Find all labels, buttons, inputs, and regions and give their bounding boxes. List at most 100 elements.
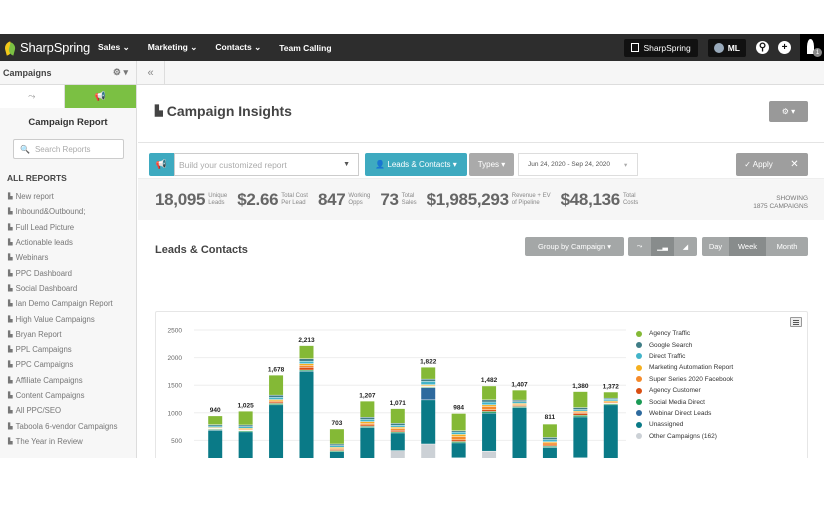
apply-button[interactable]: ✓ Apply [736,160,781,169]
sidebar-report-item[interactable]: ▙ PPC Campaigns [0,357,136,372]
brand-logo[interactable]: SharpSpring [0,40,92,56]
bar-segment [299,367,314,370]
bar-segment [603,392,618,398]
legend-item[interactable]: Agency Customer [636,385,733,396]
tab-campaign[interactable]: 📢 [64,85,136,108]
report-label: Full Lead Picture [15,222,75,232]
stat-label: Total Cost Per Lead [281,193,308,207]
sidebar-report-item[interactable]: ▙ Full Lead Picture [0,220,136,235]
report-label: PPC Campaigns [15,360,74,370]
period-day-button[interactable]: Day [702,237,729,256]
collapse-sidebar-icon[interactable]: « [137,60,165,85]
tab-trend[interactable]: ⤳ [0,85,65,108]
report-chart-icon: ▙ [8,194,13,201]
showing-label: SHOWING [776,195,808,202]
legend-item[interactable]: Webinar Direct Leads [636,408,733,419]
bar-segment [451,443,466,458]
sidebar-report-item[interactable]: ▙ PPC Dashboard [0,265,136,280]
page-settings-button[interactable]: ⚙ ▾ [769,101,808,122]
period-week-button[interactable]: Week [729,237,766,256]
bar-segment [542,447,557,458]
line-chart-button[interactable]: ⤳ [628,237,651,256]
sidebar-report-item[interactable]: ▙ Social Dashboard [0,281,136,296]
search-reports-input[interactable]: 🔍 Search Reports [13,139,124,159]
legend-item[interactable]: Social Media Direct [636,396,733,407]
legend-label: Google Search [649,341,693,349]
bar-segment [482,400,497,402]
leads-contacts-dropdown[interactable]: 👤 Leads & Contacts ▾ [365,153,467,176]
nav-team-calling[interactable]: Team Calling [279,43,331,53]
sidebar-report-item[interactable]: ▙ Actionable leads [0,235,136,250]
y-tick-label: 2000 [168,355,183,362]
legend-item[interactable]: Agency Traffic [636,328,733,339]
chevron-down-icon: ⌄ [190,42,198,52]
stat-label-line: Leads [208,199,225,206]
bar-segment [208,424,223,426]
clear-filters-button[interactable]: ✕ [781,159,808,170]
bar-segment [390,432,405,433]
sidebar-report-item[interactable]: ▙ Taboola 6-vendor Campaigns [0,418,136,433]
bar-segment [390,427,405,429]
sidebar-report-item[interactable]: ▙ Webinars [0,250,136,265]
bar-segment [512,403,527,405]
sidebar-report-item[interactable]: ▙ Content Campaigns [0,388,136,403]
bar-segment [329,447,344,449]
types-dropdown[interactable]: Types ▾ [469,153,514,176]
user-menu-button[interactable]: ML [707,38,746,57]
bar-segment [360,401,375,417]
sidebar-report-item[interactable]: ▙ All PPC/SEO [0,403,136,418]
bar-segment [512,402,527,404]
nav-sales[interactable]: Sales ⌄ [98,42,130,53]
legend-label: Agency Traffic [649,330,691,338]
bar-segment [208,416,223,425]
sidebar-report-item[interactable]: ▙ High Value Campaigns [0,311,136,326]
bar-segment [421,444,436,458]
period-month-button[interactable]: Month [766,237,808,256]
notifications-rocket-icon[interactable]: 1 [800,34,824,61]
bar-chart-button[interactable]: ▁▃ [651,237,674,256]
legend-item[interactable]: Unassigned [636,419,733,430]
nav-contacts[interactable]: Contacts ⌄ [215,42,261,53]
add-icon[interactable]: + [778,41,791,54]
chart-menu-icon[interactable] [790,317,802,327]
nav-right-tools: SharpSpring ML ⚲ + 1 [624,34,824,61]
stat-value: 847 [317,189,346,209]
bar-segment [329,449,344,451]
legend-item[interactable]: Direct Traffic [636,351,733,362]
bar-segment [238,428,253,430]
legend-item[interactable]: Google Search [636,339,733,350]
legend-item[interactable]: Super Series 2020 Facebook [636,374,733,385]
trend-icon: ⤳ [28,91,36,101]
stat-label-line: Costs [622,199,639,206]
sidebar-report-item[interactable]: ▙ Ian Demo Campaign Report [0,296,136,311]
account-switcher-button[interactable]: SharpSpring [624,38,698,57]
sidebar-tabs: ⤳ 📢 [0,85,136,108]
bar-segment [542,443,557,445]
sidebar-report-item[interactable]: ▙ Bryan Report [0,327,136,342]
bar-segment [482,410,497,412]
legend-item[interactable]: Other Campaigns (162) [636,431,733,442]
legend-label: Unassigned [649,421,684,429]
area-chart-button[interactable]: ◢ [674,237,697,256]
legend-item[interactable]: Marketing Automation Report [636,362,733,373]
sidebar-report-item[interactable]: ▙ The Year in Review [0,434,136,449]
sidebar-report-item[interactable]: ▙ PPL Campaigns [0,342,136,357]
bar-total-label: 1,207 [359,392,376,399]
bar-segment [542,445,557,446]
date-range-picker[interactable]: Jun 24, 2020 - Sep 24, 2020 ▾ [518,153,638,176]
bar-segment [269,401,284,402]
bar-segment [573,413,588,416]
nav-marketing[interactable]: Marketing ⌄ [148,42,198,53]
search-icon[interactable]: ⚲ [756,41,769,54]
bar-segment [482,405,497,407]
report-builder-select[interactable]: Build your customized report ▼ [174,153,359,176]
group-by-dropdown[interactable]: Group by Campaign ▾ [525,237,624,256]
bar-segment [238,425,253,427]
sidebar-report-item[interactable]: ▙ New report [0,189,136,204]
legend-dot-icon [636,433,642,440]
user-initials: ML [727,42,740,53]
legend-dot-icon [636,353,642,360]
sidebar-report-item[interactable]: ▙ Inbound&Outbound; [0,204,136,219]
sidebar-report-item[interactable]: ▙ Affiliate Campaigns [0,373,136,388]
gear-icon[interactable]: ⚙ ▾ [113,67,128,78]
